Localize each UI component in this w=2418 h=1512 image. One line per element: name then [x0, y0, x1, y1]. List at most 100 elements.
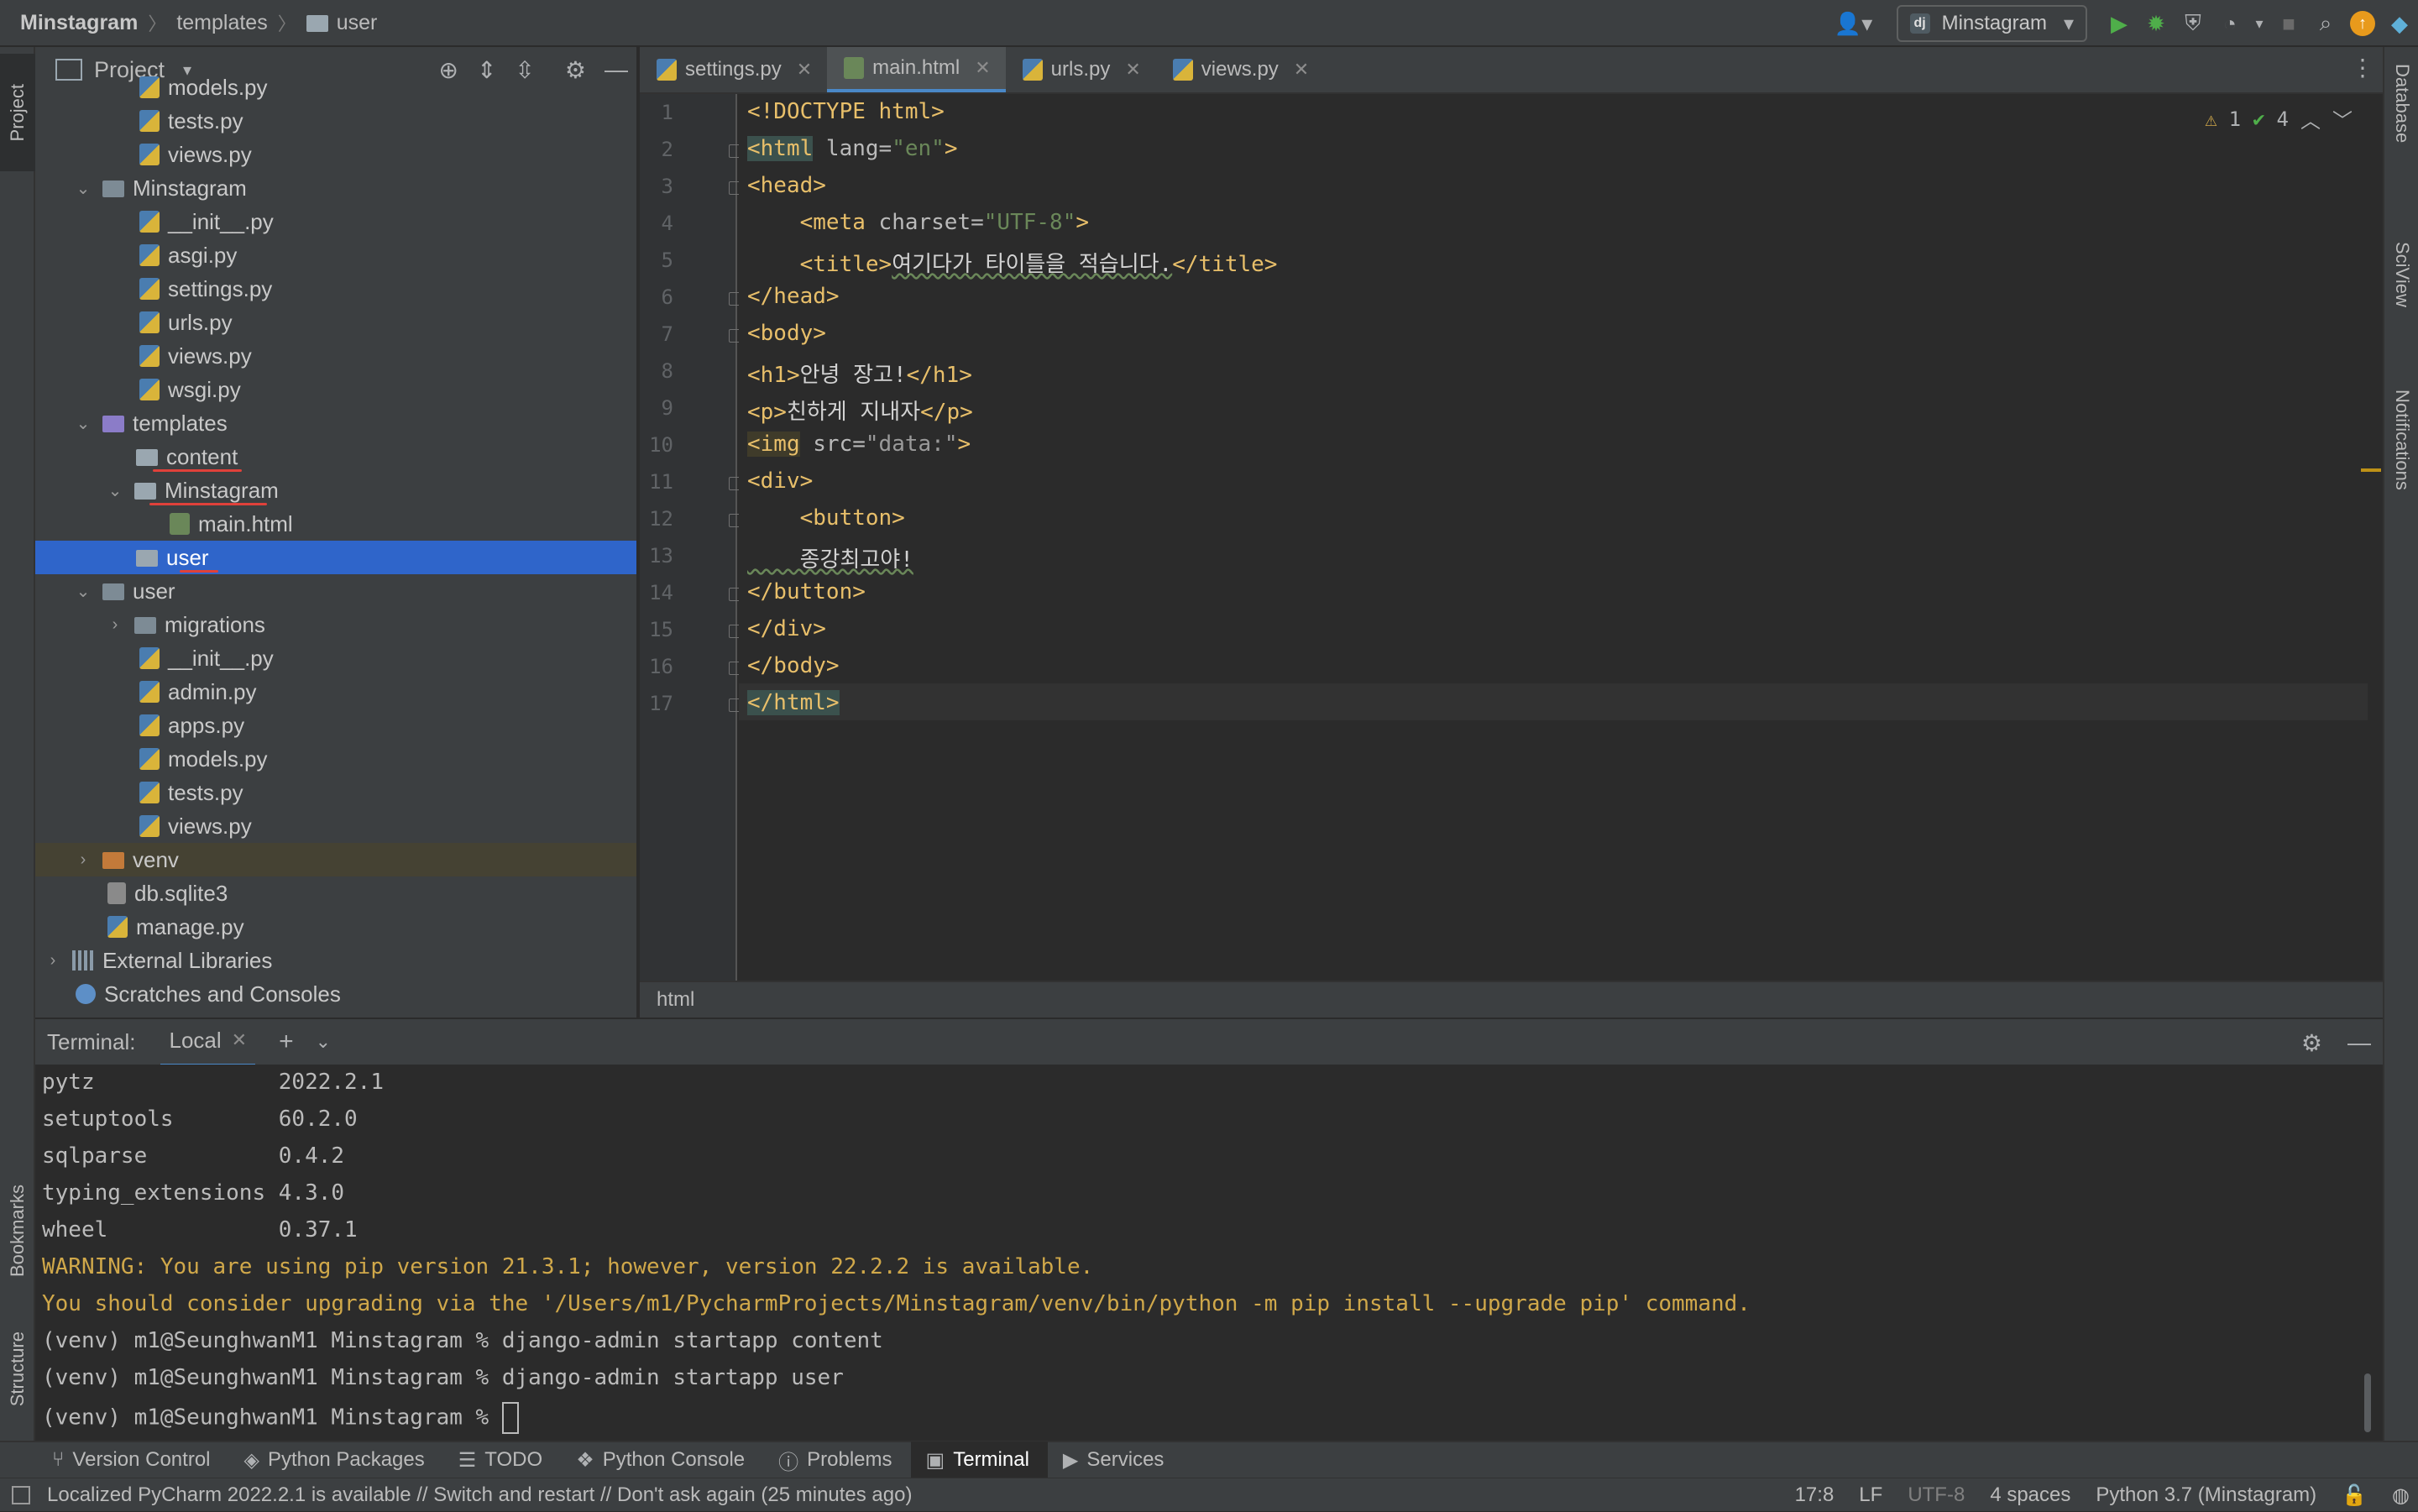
indent-setting[interactable]: 4 spaces [1990, 1483, 2070, 1507]
search-icon[interactable]: ⌕ [2307, 5, 2344, 42]
toolwindow-terminal[interactable]: ▣ Terminal [910, 1441, 1048, 1478]
editor-tab-bar: settings.py ✕ main.html ✕ urls.py ✕ views.p… [640, 47, 2383, 94]
tree-item-init-py[interactable]: __init__.py [35, 641, 636, 675]
close-icon[interactable]: ✕ [797, 59, 812, 81]
inspection-widget[interactable]: ⚠ 1 ✔ 4 ︿ ﹀ [2205, 104, 2353, 133]
tree-item-db-sqlite3[interactable]: db.sqlite3 [35, 876, 636, 910]
profile-icon[interactable]: ◔ [2211, 5, 2248, 42]
jetbrains-icon[interactable]: ◆ [2381, 5, 2418, 42]
toolwindow-python-console[interactable]: ❖ Python Console [561, 1441, 763, 1478]
hide-icon[interactable]: — [2347, 1029, 2371, 1056]
chevron-down-icon[interactable]: ⌄ [74, 178, 92, 199]
tree-item-urls-py[interactable]: urls.py [35, 306, 636, 339]
chevron-right-icon[interactable]: › [44, 951, 62, 971]
tree-item-manage-py[interactable]: manage.py [35, 910, 636, 944]
breadcrumb-templates[interactable]: templates [176, 11, 267, 35]
tree-item-apps-py[interactable]: apps.py [35, 709, 636, 742]
code-token: </p> [920, 400, 973, 425]
tree-item-views-py[interactable]: views.py [35, 138, 636, 171]
toolwindow-label: TODO [484, 1448, 543, 1471]
toolwindow-services[interactable]: ▶ Services [1048, 1441, 1183, 1478]
close-icon[interactable]: ✕ [1294, 59, 1309, 81]
tab-project[interactable]: Project [0, 54, 35, 171]
tree-item-user-templates[interactable]: user [35, 541, 636, 574]
chevron-right-icon[interactable]: › [74, 850, 92, 870]
tree-item-wsgi-py[interactable]: wsgi.py [35, 373, 636, 406]
terminal-icon: ▣ [925, 1448, 945, 1472]
tree-item-minstagram-pkg[interactable]: ⌄ Minstagram [35, 171, 636, 205]
caret-position[interactable]: 17:8 [1795, 1483, 1834, 1507]
chevron-down-icon[interactable]: ⌄ [316, 1031, 331, 1053]
close-icon[interactable]: ✕ [1125, 59, 1140, 81]
editor-breadcrumb-item[interactable]: html [657, 988, 694, 1012]
chevron-down-icon[interactable]: ⌄ [74, 413, 92, 434]
tree-item-models-py[interactable]: models.py [35, 71, 636, 104]
coverage-icon[interactable]: ⛨ [2175, 5, 2211, 42]
tree-item-user-app[interactable]: ⌄ user [35, 574, 636, 608]
tab-structure[interactable]: Structure [0, 1306, 35, 1432]
tab-notifications[interactable]: Notifications [2384, 390, 2418, 566]
chevron-right-icon[interactable]: › [106, 615, 124, 635]
tree-item-venv[interactable]: › venv [35, 843, 636, 876]
plus-icon[interactable]: + [279, 1028, 294, 1056]
tree-item-tests-py[interactable]: tests.py [35, 104, 636, 138]
more-vertical-icon[interactable]: ⋮ [2351, 54, 2374, 81]
tree-item-external-libraries[interactable]: › External Libraries [35, 944, 636, 977]
close-icon[interactable]: ✕ [232, 1029, 247, 1051]
file-encoding[interactable]: UTF-8 [1908, 1483, 1965, 1507]
memory-indicator-icon[interactable]: ◍ [2392, 1483, 2410, 1508]
tree-item-init-py[interactable]: __init__.py [35, 205, 636, 238]
run-config-selector[interactable]: dj Minstagram ▾ [1896, 5, 2087, 42]
tree-item-tests-py[interactable]: tests.py [35, 776, 636, 809]
tree-item-views-py[interactable]: views.py [35, 809, 636, 843]
previous-highlight-icon[interactable]: ︿ [2300, 104, 2321, 133]
code-editor[interactable]: <!DOCTYPE html> <html lang="en"> <head> … [739, 94, 2381, 981]
user-icon[interactable]: 👤▾ [1824, 5, 1883, 42]
play-circle-icon: ▶ [1062, 1448, 1079, 1472]
toolwindow-version-control[interactable]: ⑂ Version Control [37, 1441, 229, 1478]
gear-icon[interactable]: ⚙ [2301, 1029, 2322, 1057]
toolwindow-problems[interactable]: ⓘ Problems [763, 1441, 910, 1478]
debug-icon[interactable]: ✹ [2138, 5, 2175, 42]
more-run-icon[interactable]: ▾ [2248, 5, 2270, 42]
lock-icon[interactable]: 🔓 [2342, 1483, 2367, 1508]
breadcrumb-user[interactable]: user [337, 11, 378, 35]
tree-item-migrations[interactable]: › migrations [35, 608, 636, 641]
close-icon[interactable]: ✕ [975, 57, 990, 79]
toolwindow-todo[interactable]: ☰ TODO [443, 1441, 561, 1478]
next-highlight-icon[interactable]: ﹀ [2332, 104, 2353, 133]
chevron-down-icon[interactable]: ⌄ [74, 581, 92, 602]
line-separator[interactable]: LF [1859, 1483, 1882, 1507]
tree-item-label: models.py [168, 746, 268, 772]
tree-item-settings-py[interactable]: settings.py [35, 272, 636, 306]
error-stripe-mark[interactable] [2361, 468, 2381, 472]
terminal-tab-local[interactable]: Local ✕ [160, 1017, 256, 1067]
tree-item-content-folder[interactable]: content [35, 440, 636, 473]
tree-item-asgi-py[interactable]: asgi.py [35, 238, 636, 272]
chevron-down-icon[interactable]: ⌄ [106, 480, 124, 501]
toggle-tool-windows-icon[interactable] [12, 1485, 30, 1504]
run-icon[interactable]: ▶ [2101, 5, 2138, 42]
tab-views-py[interactable]: views.py ✕ [1156, 47, 1324, 92]
status-message[interactable]: Localized PyCharm 2022.2.1 is available … [47, 1483, 912, 1507]
tab-bookmarks[interactable]: Bookmarks [0, 1138, 35, 1323]
update-icon[interactable]: ↑ [2344, 5, 2381, 42]
tree-item-main-html[interactable]: main.html [35, 507, 636, 541]
breadcrumb-project[interactable]: Minstagram [20, 11, 138, 35]
tree-item-admin-py[interactable]: admin.py [35, 675, 636, 709]
terminal-output[interactable]: pytz 2022.2.1 setuptools 60.2.0 sqlparse… [35, 1065, 2383, 1441]
tree-item-scratches[interactable]: Scratches and Consoles [35, 977, 636, 1011]
tab-sciview[interactable]: SciView [2384, 242, 2418, 368]
tab-settings-py[interactable]: settings.py ✕ [640, 47, 827, 92]
tree-item-templates[interactable]: ⌄ templates [35, 406, 636, 440]
terminal-scrollbar[interactable] [2364, 1373, 2371, 1432]
tree-item-models-py[interactable]: models.py [35, 742, 636, 776]
tree-item-views-py[interactable]: views.py [35, 339, 636, 373]
tab-database[interactable]: Database [2384, 64, 2418, 223]
python-interpreter[interactable]: Python 3.7 (Minstagram) [2096, 1483, 2316, 1507]
stop-icon[interactable]: ■ [2270, 5, 2307, 42]
tab-urls-py[interactable]: urls.py ✕ [1006, 47, 1156, 92]
tab-main-html[interactable]: main.html ✕ [827, 47, 1006, 92]
toolwindow-python-packages[interactable]: ◈ Python Packages [229, 1441, 443, 1478]
tree-item-minstagram-templates[interactable]: ⌄ Minstagram [35, 473, 636, 507]
